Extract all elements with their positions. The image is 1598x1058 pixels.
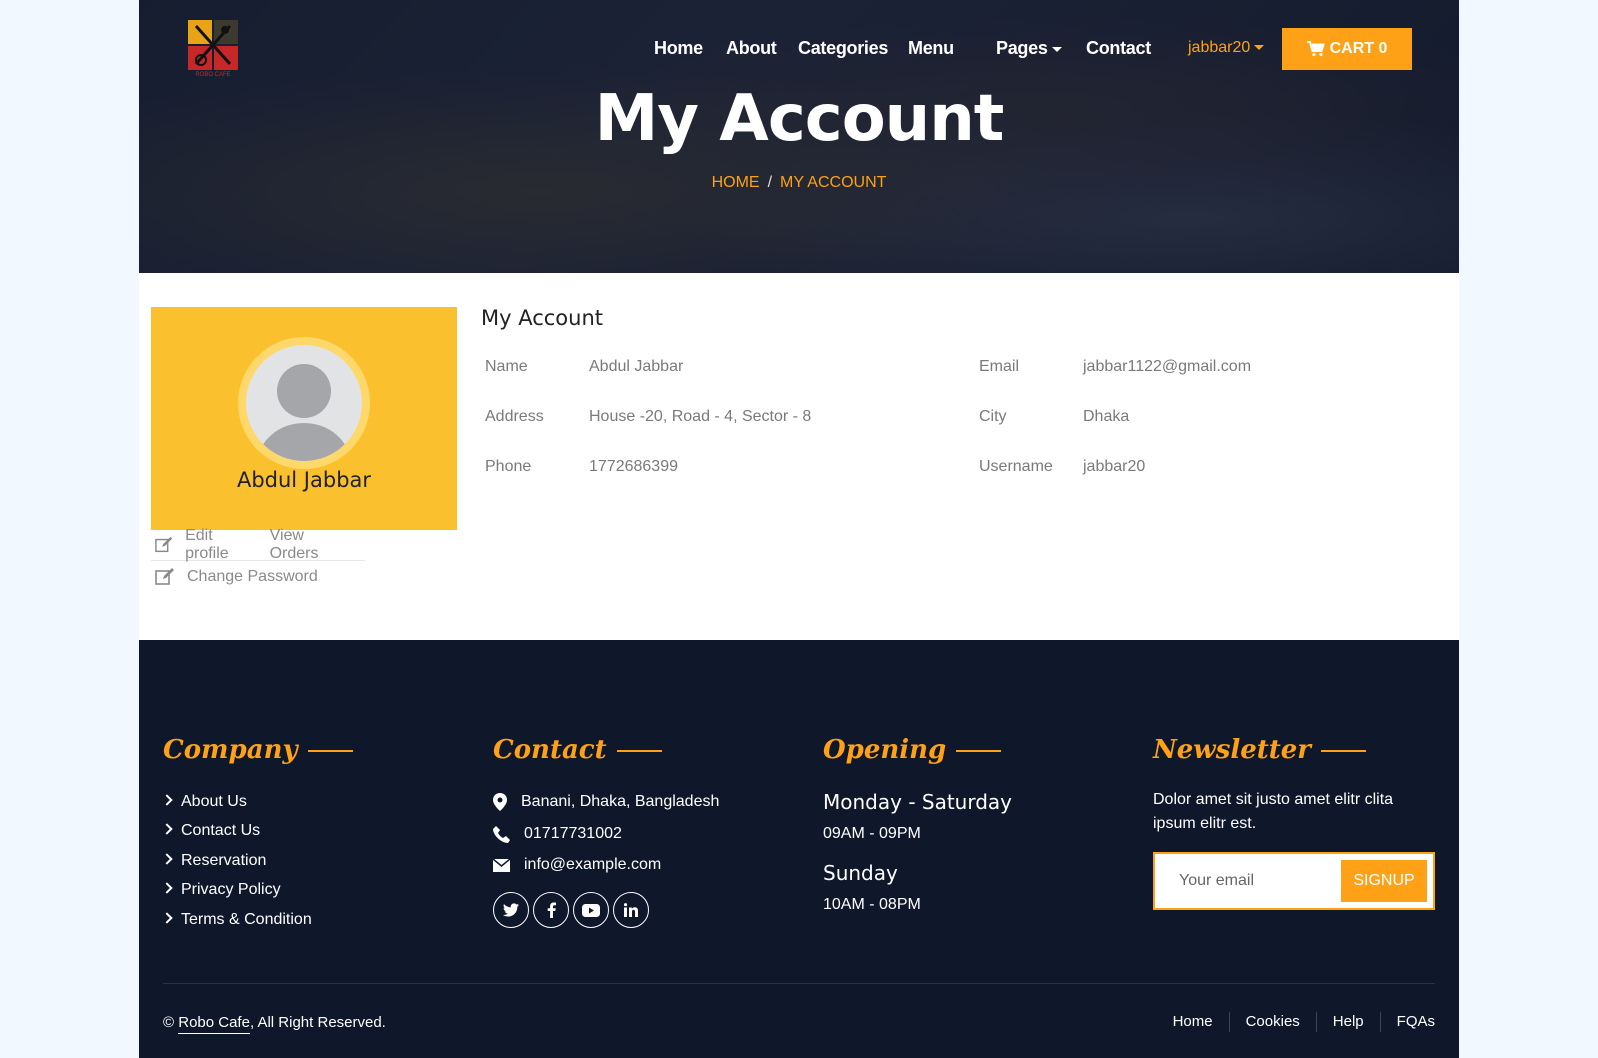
contact-phone-text: 01717731002 [524,825,622,842]
nav-menu[interactable]: Menu [908,38,954,59]
footer-link-contact-us[interactable]: Contact Us [163,822,260,840]
hero-header: ROBO CAFE Home About Categories Menu Pag… [139,0,1459,273]
footer-link-privacy-policy[interactable]: Privacy Policy [163,881,281,899]
youtube-icon [582,903,600,917]
nav-contact[interactable]: Contact [1086,38,1151,59]
city-label: City [979,408,1007,425]
footer-link-about-us[interactable]: About Us [163,793,247,811]
nav-about[interactable]: About [726,38,777,59]
chevron-down-icon [1051,46,1062,52]
contact-email: info@example.com [493,856,661,874]
edit-profile-link[interactable]: Edit profile [185,527,253,563]
footer-link-terms[interactable]: Terms & Condition [163,911,312,929]
cart-button[interactable]: CART 0 [1282,28,1412,70]
username-label: Username [979,458,1053,475]
nav-home[interactable]: Home [654,38,703,59]
user-name: jabbar20 [1188,39,1251,56]
cart-icon [1306,41,1325,57]
phone-value: 1772686399 [589,458,678,475]
youtube-button[interactable] [573,892,609,928]
svg-text:ROBO CAFE: ROBO CAFE [195,72,230,78]
account-links-row: Change Password [151,561,365,592]
social-links [493,892,653,928]
edit-icon [155,536,173,553]
newsletter-text: Dolor amet sit justo amet elitr clita ip… [1153,791,1394,832]
email-label: Email [979,358,1020,375]
footer-newsletter-heading: Newsletter [1153,735,1366,765]
profile-card: Abdul Jabbar [151,307,457,530]
copyright: © Robo Cafe, All Right Reserved. [163,1014,386,1034]
footer-bottom-menu: Home Cookies Help FQAs [1157,1012,1435,1032]
signup-button[interactable]: SIGNUP [1341,860,1427,902]
chevron-down-icon [1254,45,1265,51]
newsletter-form: SIGNUP [1153,852,1435,910]
nav-pages-label: Pages [996,38,1048,58]
breadcrumb-current: MY ACCOUNT [780,174,887,191]
address-value: House -20, Road - 4, Sector - 8 [589,408,812,425]
opening-hours-sunday: 10AM - 08PM [823,896,921,913]
facebook-icon [547,902,556,918]
breadcrumb-separator: / [767,174,773,191]
contact-email-text: info@example.com [524,856,662,873]
footer-bottom-fqas[interactable]: FQAs [1379,1012,1435,1032]
avatar-ring [238,337,370,469]
contact-address: Banani, Dhaka, Bangladesh [493,793,719,811]
linkedin-button[interactable] [613,892,649,928]
view-orders-link[interactable]: View Orders [270,527,349,563]
linkedin-icon [624,903,638,917]
breadcrumb: HOME / MY ACCOUNT [139,174,1459,192]
footer-contact-heading: Contact [493,735,662,765]
footer-opening-heading: Opening [823,735,1001,765]
account-links: Edit profile View Orders Change Password [151,527,365,592]
username-value: jabbar20 [1083,458,1146,475]
footer-bottom-help[interactable]: Help [1315,1012,1380,1032]
page: ROBO CAFE Home About Categories Menu Pag… [139,0,1459,1058]
opening-day-sunday: Sunday [823,861,898,885]
name-label: Name [485,358,528,375]
twitter-icon [503,903,519,917]
profile-name: Abdul Jabbar [236,468,372,492]
name-value: Abdul Jabbar [589,358,684,375]
main-nav: Home About Categories Menu Pages Contact… [139,28,1459,70]
footer-divider [163,983,1435,984]
phone-label: Phone [485,458,532,475]
edit-icon [155,567,174,585]
footer: Company About Us Contact Us Reservation … [139,640,1459,1058]
breadcrumb-home[interactable]: HOME [712,174,760,191]
user-menu-dropdown[interactable]: jabbar20 [1188,39,1265,57]
account-heading: My Account [481,306,604,330]
envelope-icon [493,858,510,872]
newsletter-email-input[interactable] [1167,854,1337,908]
nav-categories[interactable]: Categories [798,38,888,59]
map-marker-icon [493,793,507,811]
nav-pages-dropdown[interactable]: Pages [996,38,1062,59]
footer-bottom-home[interactable]: Home [1157,1012,1229,1032]
copyright-symbol: © [163,1014,175,1031]
page-title: My Account [594,82,1005,156]
twitter-button[interactable] [493,892,529,928]
city-value: Dhaka [1083,408,1130,425]
footer-company-heading: Company [163,735,353,765]
opening-day-weekdays: Monday - Saturday [823,790,1013,814]
footer-bottom-cookies[interactable]: Cookies [1228,1012,1316,1032]
address-label: Address [485,408,544,425]
contact-phone: 01717731002 [493,825,622,843]
user-avatar-icon [258,364,350,461]
facebook-button[interactable] [533,892,569,928]
copyright-suffix: , All Right Reserved. [249,1014,386,1031]
cart-label: CART 0 [1329,40,1388,57]
footer-link-reservation[interactable]: Reservation [163,852,266,870]
opening-hours-weekdays: 09AM - 09PM [823,825,921,842]
account-links-row: Edit profile View Orders [151,527,365,563]
copyright-brand-link[interactable]: Robo Cafe [178,1014,250,1034]
phone-icon [493,825,510,843]
avatar [246,345,362,461]
change-password-link[interactable]: Change Password [187,568,318,586]
contact-address-text: Banani, Dhaka, Bangladesh [521,793,720,810]
email-value: jabbar1122@gmail.com [1083,358,1252,375]
